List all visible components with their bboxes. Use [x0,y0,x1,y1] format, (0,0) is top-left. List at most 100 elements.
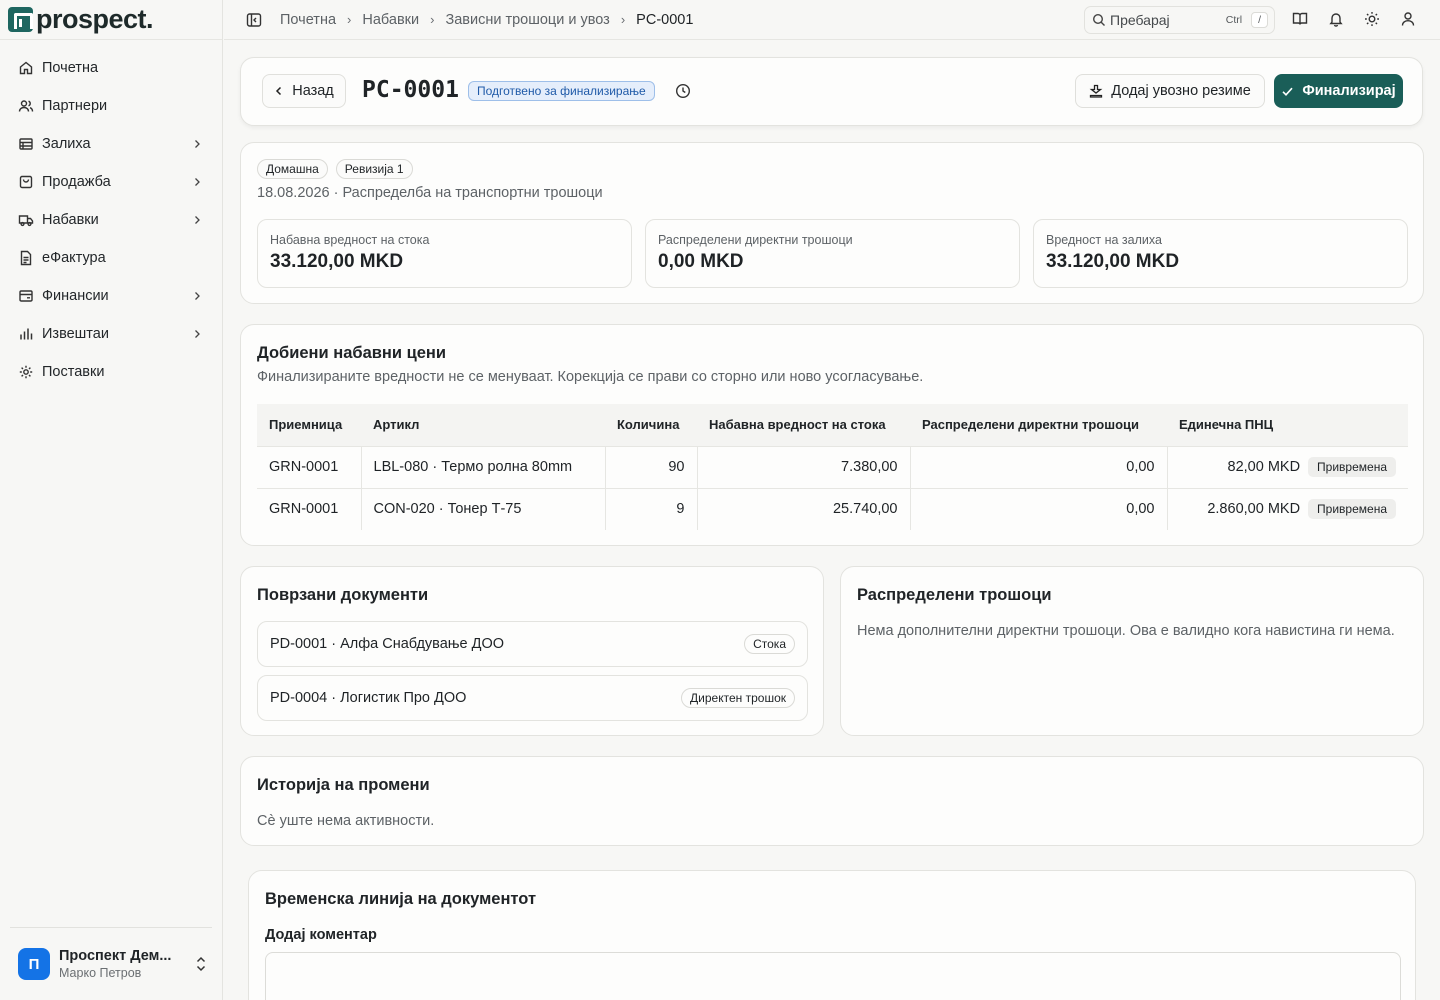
summary-subtitle: 18.08.2026 · Распределба на транспортни … [257,185,603,201]
user-icon[interactable] [1400,11,1416,27]
column-header: Набавна вредност на стока [697,404,910,446]
upload-stamp-icon [1089,84,1103,98]
sidebar-item-purchases[interactable]: Набавки [0,201,222,239]
sidebar-item-label: еФактура [42,250,106,266]
purchase-prices-card: Добиени набавни цени Финализираните вред… [240,324,1424,546]
section-title: Поврзани документи [257,586,429,604]
inventory-icon [18,136,34,152]
cell-article: LBL-080 · Термо ролна 80mm [361,445,606,488]
cell-goods-value: 25.740,00 [697,487,911,530]
sidebar-nav: Почетна Партнери Залиха Продажба Набавки… [0,40,222,391]
sidebar-item-label: Поставки [42,364,105,380]
chevron-up-down-icon [196,956,206,972]
empty-state-text: Сè уште нема активности. [257,813,435,829]
linked-document-label: PD-0001 · Алфа Снабдување ДОО [270,636,505,652]
column-header: Количина [605,404,697,446]
cell-receipt: GRN-0001 [257,445,362,488]
cell-direct-costs: 0,00 [910,487,1168,530]
bar-chart-icon [18,326,34,342]
section-title: Распределени трошоци [857,586,1052,604]
stat-goods-value: Набавна вредност на стока 33.120,00 MKD [257,219,632,288]
sidebar-item-label: Извештаи [42,326,109,342]
stat-value: 0,00 MKD [658,251,744,272]
stat-direct-costs: Распределени директни трошоци 0,00 MKD [645,219,1020,288]
chevron-right-icon [195,330,200,338]
cell-qty: 9 [605,487,698,530]
logo[interactable]: prospect. [0,0,222,40]
stat-value: 33.120,00 MKD [270,251,404,272]
book-icon[interactable] [1292,11,1308,27]
kbd-slash: / [1251,12,1268,28]
search-icon [1092,13,1105,26]
breadcrumb-separator-icon: › [430,12,435,27]
shopping-bag-icon [18,174,34,190]
column-header: Артикл [361,404,605,446]
column-header: Единечна ПНЦ [1167,404,1408,446]
column-header: Распределени директни трошоци [910,404,1167,446]
provisional-badge: Привремена [1308,499,1396,520]
page-title: PC-0001 [362,77,459,103]
add-import-summary-button[interactable]: Додај увозно резиме [1075,74,1265,108]
section-title: Временска линија на документот [265,890,537,908]
distributed-costs-card: Распределени трошоци Нема дополнителни д… [840,566,1424,736]
breadcrumb-current: PC-0001 [636,11,694,28]
cell-qty: 90 [605,445,698,488]
breadcrumb-item[interactable]: Зависни трошоци и увоз [445,12,609,28]
sidebar-item-settings[interactable]: Поставки [0,353,222,391]
clock-history-icon[interactable] [675,83,691,99]
sun-icon[interactable] [1364,11,1380,27]
status-badge: Подготвено за финализирање [468,81,655,101]
search-input[interactable]: Пребарај Ctrl / [1084,6,1275,34]
cell-unit-price: 82,00 MKD Привремена [1167,445,1408,488]
linked-document-item[interactable]: PD-0001 · Алфа Снабдување ДОО Стока [257,621,808,667]
table-header-row: Приемница Артикл Количина Набавна вредно… [257,404,1408,446]
topbar: Почетна › Набавки › Зависни трошоци и ув… [224,0,1440,40]
document-icon [18,250,34,266]
table-row: GRN-0001 LBL-080 · Термо ролна 80mm 90 7… [257,445,1408,488]
bell-icon[interactable] [1328,11,1344,27]
provisional-badge: Привремена [1308,457,1396,477]
cell-unit-price: 2.860,00 MKD Привремена [1167,487,1408,530]
sidebar-item-reports[interactable]: Извештаи [0,315,222,353]
finalize-button[interactable]: Финализирај [1274,74,1403,108]
summary-card: Домашна Ревизија 1 18.08.2026 · Распреде… [240,142,1424,304]
chevron-right-icon [195,292,200,300]
avatar: П [18,948,50,980]
document-header: Назад PC-0001 Подготвено за финализирање… [240,57,1423,126]
unit-price-value: 2.860,00 MKD [1207,501,1301,518]
sidebar-item-label: Залиха [42,136,91,152]
sidebar-item-sales[interactable]: Продажба [0,163,222,201]
back-label: Назад [292,83,334,99]
sidebar-item-label: Почетна [42,60,99,76]
gear-icon [18,364,34,380]
comment-textarea[interactable] [265,952,1401,1000]
tag-revision: Ревизија 1 [335,159,413,179]
sidebar-item-home[interactable]: Почетна [0,49,222,87]
sidebar-item-inventory[interactable]: Залиха [0,125,222,163]
unit-price-value: 82,00 MKD [1227,459,1301,475]
cell-goods-value: 7.380,00 [697,445,911,488]
wallet-icon [18,288,34,304]
user-block: Проспект Дем... Марко Петров [59,948,185,980]
chevron-left-icon [276,86,282,96]
sidebar-toggle-icon[interactable] [246,12,262,28]
sidebar-item-label: Финансии [42,288,109,304]
section-title: Добиени набавни цени [257,344,447,362]
section-subtitle: Финализираните вредности не се менуваат.… [257,369,924,385]
stat-inventory-value: Вредност на залиха 33.120,00 MKD [1033,219,1408,288]
chevron-right-icon [195,178,200,186]
kbd-ctrl: Ctrl [1225,14,1243,26]
home-icon [18,60,34,76]
truck-icon [18,212,34,228]
breadcrumb-item[interactable]: Набавки [362,12,419,28]
account-switcher[interactable]: П Проспект Дем... Марко Петров [10,927,212,980]
breadcrumb-item[interactable]: Почетна [280,12,336,28]
linked-document-item[interactable]: PD-0004 · Логистик Про ДОО Директен трош… [257,675,808,721]
sidebar-item-partners[interactable]: Партнери [0,87,222,125]
tag-domestic: Домашна [257,159,328,179]
back-button[interactable]: Назад [262,74,346,108]
sidebar-item-finance[interactable]: Финансии [0,277,222,315]
sidebar-item-einvoice[interactable]: еФактура [0,239,222,277]
document-timeline-card: Временска линија на документот Додај ком… [248,870,1416,1000]
users-icon [18,98,34,114]
